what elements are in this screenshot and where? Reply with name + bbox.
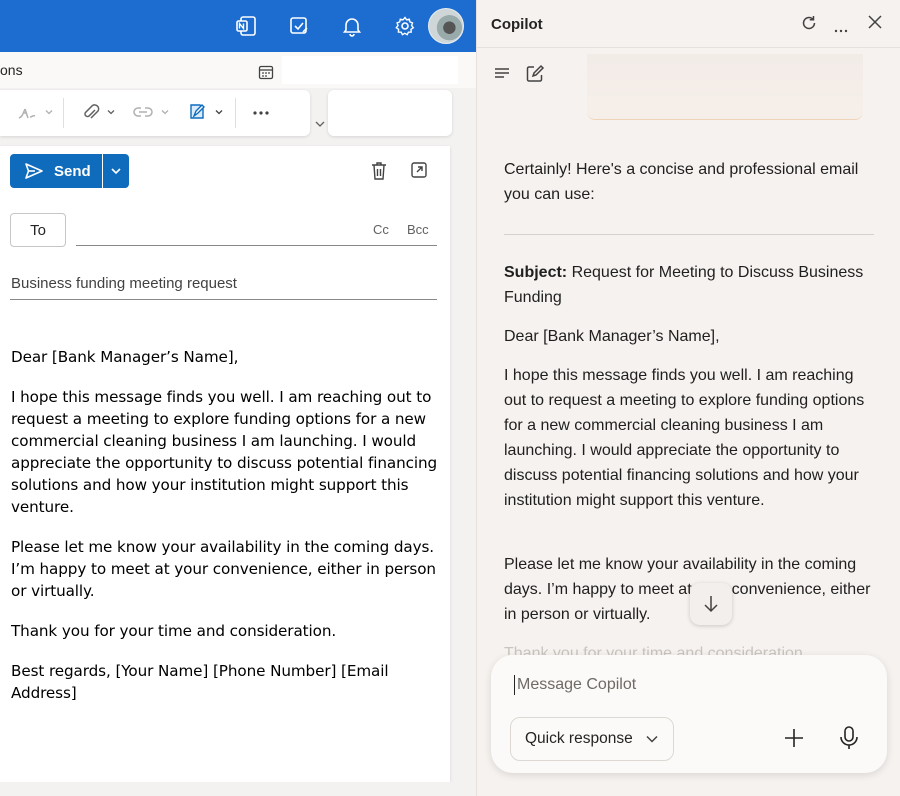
format-toolbar	[0, 90, 310, 136]
chevron-down-icon	[111, 168, 121, 175]
compose-pane: Send To Cc Bcc Business funding meeting …	[0, 146, 450, 782]
subject-field[interactable]: Business funding meeting request	[11, 275, 237, 292]
more-options-button[interactable]	[252, 110, 270, 116]
chevron-down-icon	[161, 110, 169, 115]
gear-icon[interactable]	[391, 12, 419, 40]
bell-icon[interactable]	[338, 12, 366, 40]
send-options-button[interactable]	[103, 154, 129, 188]
close-button[interactable]	[867, 14, 883, 35]
quick-response-label: Quick response	[525, 730, 633, 747]
chevron-down-icon	[215, 110, 223, 115]
microphone-button[interactable]	[837, 725, 861, 756]
outlook-top-bar	[0, 0, 476, 52]
todo-icon[interactable]	[285, 12, 313, 40]
onenote-icon[interactable]	[232, 12, 260, 40]
refresh-icon	[802, 16, 816, 30]
avatar[interactable]	[428, 8, 464, 44]
link-icon	[133, 107, 153, 117]
chevron-down-icon	[107, 110, 115, 115]
quick-response-dropdown[interactable]: Quick response	[510, 717, 674, 761]
toolbar-blank-panel	[328, 90, 452, 136]
copilot-toolbar	[493, 64, 545, 89]
calendar-icon[interactable]	[258, 64, 274, 85]
close-icon	[868, 15, 882, 29]
body-paragraph: Thank you for your time and consideratio…	[11, 622, 337, 640]
link-button[interactable]	[132, 102, 170, 122]
chevron-down-icon	[646, 735, 658, 743]
text-cursor	[514, 675, 515, 695]
format-painter-icon	[18, 108, 36, 119]
cc-button[interactable]: Cc	[373, 222, 389, 237]
body-paragraph: Please let me know your availability in …	[11, 538, 436, 600]
send-icon	[25, 163, 43, 179]
send-button[interactable]: Send	[10, 154, 102, 188]
body-paragraph: I hope this message finds you well. I am…	[11, 388, 438, 516]
refresh-button[interactable]	[800, 14, 818, 37]
new-chat-icon	[526, 64, 545, 82]
scroll-to-bottom-button[interactable]	[690, 583, 732, 625]
popout-icon	[411, 162, 427, 178]
bcc-button[interactable]: Bcc	[407, 222, 429, 237]
copilot-paragraph: I hope this message finds you well. I am…	[504, 367, 865, 509]
body-paragraph: Dear [Bank Manager’s Name],	[11, 348, 239, 366]
message-body[interactable]: Dear [Bank Manager’s Name], I hope this …	[11, 346, 441, 722]
copilot-header: Copilot	[477, 0, 900, 48]
more-icon	[253, 111, 269, 115]
signature-icon	[190, 104, 205, 119]
copilot-intro: Certainly! Here's a concise and professi…	[504, 161, 859, 203]
copilot-pane: Copilot Certainly! Here's a concise and …	[476, 0, 900, 796]
to-button[interactable]: To	[10, 213, 66, 247]
add-button[interactable]	[783, 727, 805, 754]
menu-button[interactable]	[493, 64, 511, 89]
copilot-greeting: Dear [Bank Manager’s Name],	[504, 328, 720, 345]
signature-button[interactable]	[188, 102, 224, 122]
new-chat-button[interactable]	[525, 64, 545, 89]
toolbar-divider	[63, 98, 64, 128]
attach-icon	[84, 104, 100, 119]
trash-icon	[372, 162, 386, 180]
toolbar-divider	[235, 98, 236, 128]
plus-icon	[785, 729, 803, 747]
message-input[interactable]: Message Copilot	[517, 676, 636, 694]
popout-button[interactable]	[410, 161, 428, 184]
ribbon-partial-label[interactable]: ons	[0, 62, 23, 78]
send-label: Send	[54, 162, 91, 180]
to-label: To	[30, 221, 46, 239]
mic-icon	[840, 726, 858, 749]
more-options-button[interactable]	[834, 20, 848, 38]
subject-underline	[10, 299, 437, 300]
copilot-paragraph-faded: Thank you for your time and consideratio…	[504, 645, 808, 655]
ribbon-row: ons	[0, 52, 476, 88]
chevron-down-icon	[315, 121, 325, 127]
attach-button[interactable]	[82, 102, 116, 122]
previous-message-fade	[587, 54, 863, 120]
copilot-divider	[504, 234, 874, 235]
more-icon	[834, 29, 848, 33]
toolbar-expand-chevron[interactable]	[314, 116, 326, 134]
body-paragraph: Best regards, [Your Name] [Phone Number]…	[11, 662, 389, 702]
to-input[interactable]	[76, 245, 437, 246]
copilot-title: Copilot	[491, 16, 543, 33]
subject-label: Subject:	[504, 264, 568, 281]
bottom-strip	[0, 782, 476, 796]
copilot-composer: Message Copilot Quick response	[491, 655, 887, 773]
discard-button[interactable]	[370, 161, 388, 186]
format-painter-button[interactable]	[16, 102, 54, 122]
chevron-down-icon	[45, 110, 53, 115]
menu-icon	[495, 68, 509, 78]
arrow-down-icon	[704, 596, 718, 613]
ribbon-blank-area	[282, 56, 458, 84]
copilot-subject-line: Subject: Request for Meeting to Discuss …	[504, 260, 876, 310]
